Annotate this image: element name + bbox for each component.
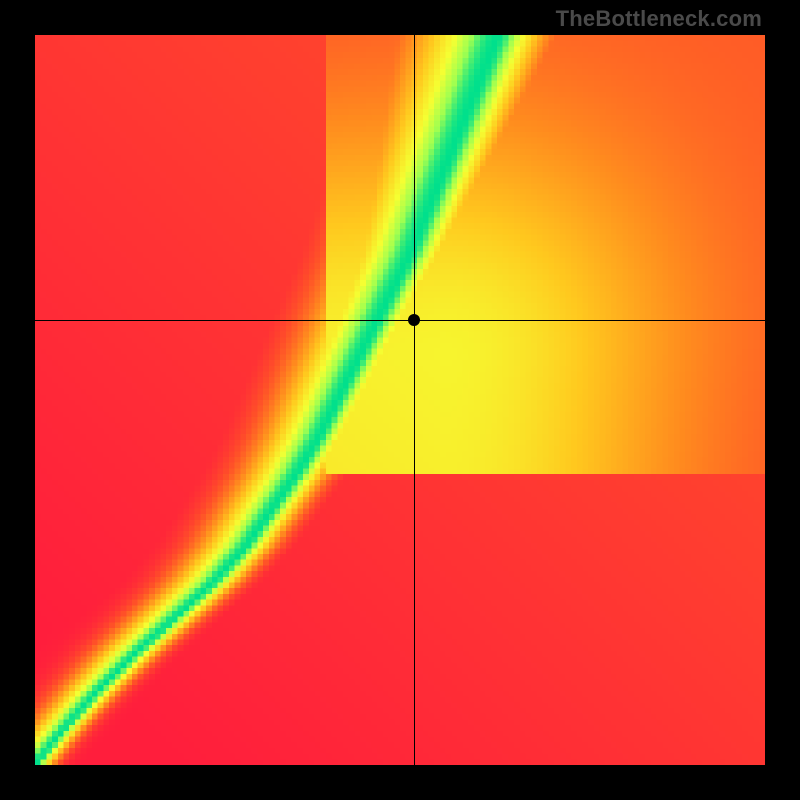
heatmap-canvas xyxy=(35,35,765,765)
watermark-text: TheBottleneck.com xyxy=(556,6,762,32)
chart-frame: TheBottleneck.com xyxy=(0,0,800,800)
